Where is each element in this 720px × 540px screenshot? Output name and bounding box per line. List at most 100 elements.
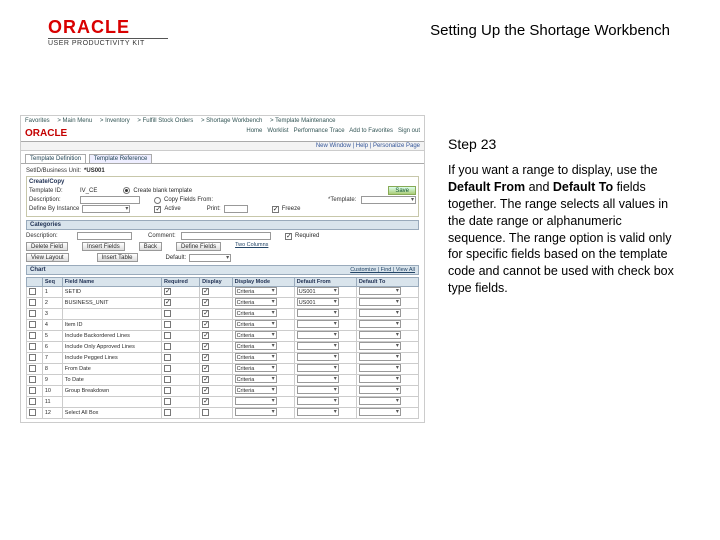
default-to-dropdown[interactable] <box>359 309 401 317</box>
required-cell-checkbox[interactable] <box>164 365 171 372</box>
required-cell-checkbox[interactable] <box>164 354 171 361</box>
default-to-dropdown[interactable] <box>359 298 401 306</box>
required-cell-checkbox[interactable] <box>164 387 171 394</box>
radio-copy-from[interactable] <box>154 197 161 204</box>
comment-input[interactable] <box>181 232 271 240</box>
display-cell-checkbox[interactable] <box>202 288 209 295</box>
default-from-dropdown[interactable] <box>297 342 339 350</box>
display-cell-checkbox[interactable] <box>202 365 209 372</box>
table-row: 4Item IDCriteria <box>27 320 419 331</box>
tab-template-reference[interactable]: Template Reference <box>89 154 153 163</box>
display-mode-dropdown[interactable]: Criteria <box>235 375 277 383</box>
display-mode-dropdown[interactable]: Criteria <box>235 309 277 317</box>
row-select-checkbox[interactable] <box>29 288 36 295</box>
back-button[interactable]: Back <box>139 242 162 251</box>
row-select-checkbox[interactable] <box>29 376 36 383</box>
row-select-checkbox[interactable] <box>29 299 36 306</box>
radio-create-blank[interactable] <box>123 187 130 194</box>
required-cell-checkbox[interactable] <box>164 299 171 306</box>
default-from-dropdown[interactable] <box>297 320 339 328</box>
row-select-checkbox[interactable] <box>29 354 36 361</box>
required-cell-checkbox[interactable] <box>164 332 171 339</box>
display-mode-dropdown[interactable] <box>235 408 277 416</box>
chart-tools[interactable]: Customize | Find | View All <box>350 267 415 273</box>
display-mode-dropdown[interactable] <box>235 397 277 405</box>
default-from-dropdown[interactable] <box>297 331 339 339</box>
default-dropdown[interactable] <box>189 254 231 262</box>
display-mode-dropdown[interactable]: Criteria <box>235 353 277 361</box>
required-cell-checkbox[interactable] <box>164 343 171 350</box>
required-cell-checkbox[interactable] <box>164 288 171 295</box>
row-select-checkbox[interactable] <box>29 365 36 372</box>
print-label: Print: <box>207 206 221 212</box>
display-cell-checkbox[interactable] <box>202 321 209 328</box>
display-cell-checkbox[interactable] <box>202 343 209 350</box>
required-cell-checkbox[interactable] <box>164 310 171 317</box>
print-input[interactable] <box>224 205 248 213</box>
row-select-checkbox[interactable] <box>29 332 36 339</box>
required-cell-checkbox[interactable] <box>164 398 171 405</box>
default-from-dropdown[interactable] <box>297 364 339 372</box>
row-select-checkbox[interactable] <box>29 409 36 416</box>
default-from-dropdown[interactable] <box>297 353 339 361</box>
default-to-dropdown[interactable] <box>359 386 401 394</box>
view-layout-button[interactable]: View Layout <box>26 253 69 262</box>
delete-field-button[interactable]: Delete Field <box>26 242 68 251</box>
insert-fields-button[interactable]: Insert Fields <box>82 242 125 251</box>
display-mode-dropdown[interactable]: Criteria <box>235 364 277 372</box>
default-to-dropdown[interactable] <box>359 353 401 361</box>
default-to-dropdown[interactable] <box>359 320 401 328</box>
active-label: Active <box>164 206 180 212</box>
default-from-dropdown[interactable] <box>297 397 339 405</box>
define-fields-button[interactable]: Define Fields <box>176 242 221 251</box>
row-select-checkbox[interactable] <box>29 387 36 394</box>
freeze-checkbox[interactable] <box>272 206 279 213</box>
required-cell-checkbox[interactable] <box>164 376 171 383</box>
display-mode-dropdown[interactable]: Criteria <box>235 287 277 295</box>
display-cell-checkbox[interactable] <box>202 409 209 416</box>
instance-dropdown[interactable] <box>82 205 130 213</box>
display-mode-dropdown[interactable]: Criteria <box>235 386 277 394</box>
template-dropdown[interactable] <box>361 196 416 204</box>
default-from-dropdown[interactable]: US001 <box>297 287 339 295</box>
default-from-dropdown[interactable] <box>297 408 339 416</box>
display-mode-dropdown[interactable]: Criteria <box>235 342 277 350</box>
display-cell-checkbox[interactable] <box>202 332 209 339</box>
radio-create-blank-label: Create blank template <box>133 188 192 194</box>
default-from-dropdown[interactable] <box>297 309 339 317</box>
default-from-dropdown[interactable] <box>297 386 339 394</box>
display-mode-dropdown[interactable]: Criteria <box>235 320 277 328</box>
display-cell-checkbox[interactable] <box>202 299 209 306</box>
default-to-dropdown[interactable] <box>359 408 401 416</box>
default-to-dropdown[interactable] <box>359 287 401 295</box>
table-row: 10Group BreakdownCriteria <box>27 386 419 397</box>
display-mode-dropdown[interactable]: Criteria <box>235 331 277 339</box>
required-checkbox[interactable] <box>285 233 292 240</box>
active-checkbox[interactable] <box>154 206 161 213</box>
row-select-checkbox[interactable] <box>29 310 36 317</box>
display-cell-checkbox[interactable] <box>202 387 209 394</box>
default-to-dropdown[interactable] <box>359 342 401 350</box>
row-select-checkbox[interactable] <box>29 343 36 350</box>
tab-template-definition[interactable]: Template Definition <box>25 154 86 163</box>
row-select-checkbox[interactable] <box>29 321 36 328</box>
row-select-checkbox[interactable] <box>29 398 36 405</box>
default-to-dropdown[interactable] <box>359 375 401 383</box>
default-from-dropdown[interactable] <box>297 375 339 383</box>
display-cell-checkbox[interactable] <box>202 310 209 317</box>
default-to-dropdown[interactable] <box>359 364 401 372</box>
display-cell-checkbox[interactable] <box>202 354 209 361</box>
required-cell-checkbox[interactable] <box>164 321 171 328</box>
insert-table-button[interactable]: Insert Table <box>97 253 138 262</box>
save-button[interactable]: Save <box>388 186 416 195</box>
display-mode-dropdown[interactable]: Criteria <box>235 298 277 306</box>
default-to-dropdown[interactable] <box>359 397 401 405</box>
display-cell-checkbox[interactable] <box>202 376 209 383</box>
required-cell-checkbox[interactable] <box>164 409 171 416</box>
description-input[interactable] <box>80 196 140 204</box>
default-from-dropdown[interactable]: US001 <box>297 298 339 306</box>
two-columns-link[interactable]: Two Columns <box>235 242 268 251</box>
desc2-input[interactable] <box>77 232 132 240</box>
default-to-dropdown[interactable] <box>359 331 401 339</box>
display-cell-checkbox[interactable] <box>202 398 209 405</box>
